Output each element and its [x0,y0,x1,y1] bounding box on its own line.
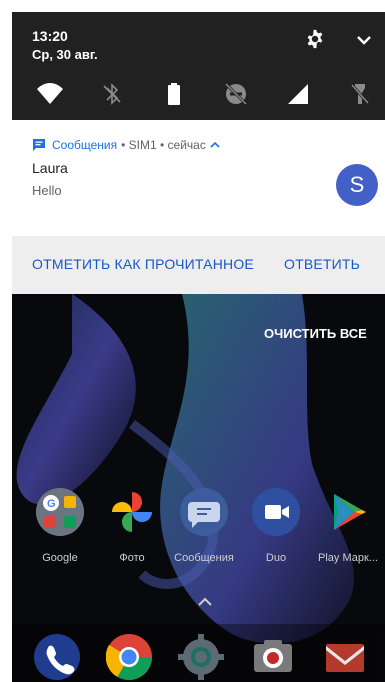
wifi-icon[interactable] [36,80,64,108]
app-label: Play Марк... [318,552,378,564]
app-label: Сообщения [174,552,234,564]
gear-icon[interactable] [304,28,326,50]
notification-app-name: Сообщения [52,138,118,152]
notification-header: Сообщения • SIM1 • сейчас [32,138,220,152]
google-folder-icon: G [36,488,84,536]
message-notification[interactable]: Сообщения • SIM1 • сейчас Laura Hello S … [12,120,385,294]
date: Ср, 30 авг. [32,47,98,62]
bluetooth-off-icon[interactable] [98,80,126,108]
chevron-up-icon[interactable] [210,140,220,150]
flashlight-off-icon[interactable] [346,80,374,108]
app-photos[interactable]: Фото [102,488,162,564]
camera-icon[interactable] [250,634,296,680]
messages-icon [180,488,228,536]
duo-icon [252,488,300,536]
chrome-icon[interactable] [105,634,152,680]
chevron-down-icon[interactable] [354,30,374,50]
svg-text:G: G [47,498,56,510]
reply-button[interactable]: ОТВЕТИТЬ [284,256,360,272]
app-label: Фото [119,552,145,564]
photos-icon [108,488,156,536]
phone-screen: ОЧИСТИТЬ ВСЕ G Google Фото Сообщения Duo… [12,12,385,682]
messages-app-icon [33,139,45,151]
gmail-icon[interactable] [322,634,368,680]
notification-sender: Laura [32,160,68,176]
settings-icon[interactable] [178,634,224,680]
app-duo[interactable]: Duo [246,488,306,564]
clock: 13:20 [32,28,68,44]
quick-settings-header: 13:20 Ср, 30 авг. [12,12,385,120]
app-label: Google [42,552,78,564]
app-messages[interactable]: Сообщения [174,488,234,564]
clear-all-button[interactable]: ОЧИСТИТЬ ВСЕ [264,326,367,341]
mark-as-read-button[interactable]: ОТМЕТИТЬ КАК ПРОЧИТАННОЕ [32,256,254,272]
play-store-icon [324,488,372,536]
battery-icon[interactable] [160,80,188,108]
app-play-store[interactable]: Play Марк... [318,488,378,564]
avatar: S [336,164,378,206]
app-label: Duo [265,552,287,564]
app-google[interactable]: G Google [30,488,90,564]
signal-icon[interactable] [284,80,312,108]
phone-icon[interactable] [34,634,80,680]
notification-meta: • SIM1 • сейчас [121,138,206,152]
app-drawer-caret-icon[interactable] [198,596,212,606]
notification-actions: ОТМЕТИТЬ КАК ПРОЧИТАННОЕ ОТВЕТИТЬ [12,236,385,294]
dnd-off-icon[interactable] [222,80,250,108]
notification-message: Hello [32,183,62,198]
